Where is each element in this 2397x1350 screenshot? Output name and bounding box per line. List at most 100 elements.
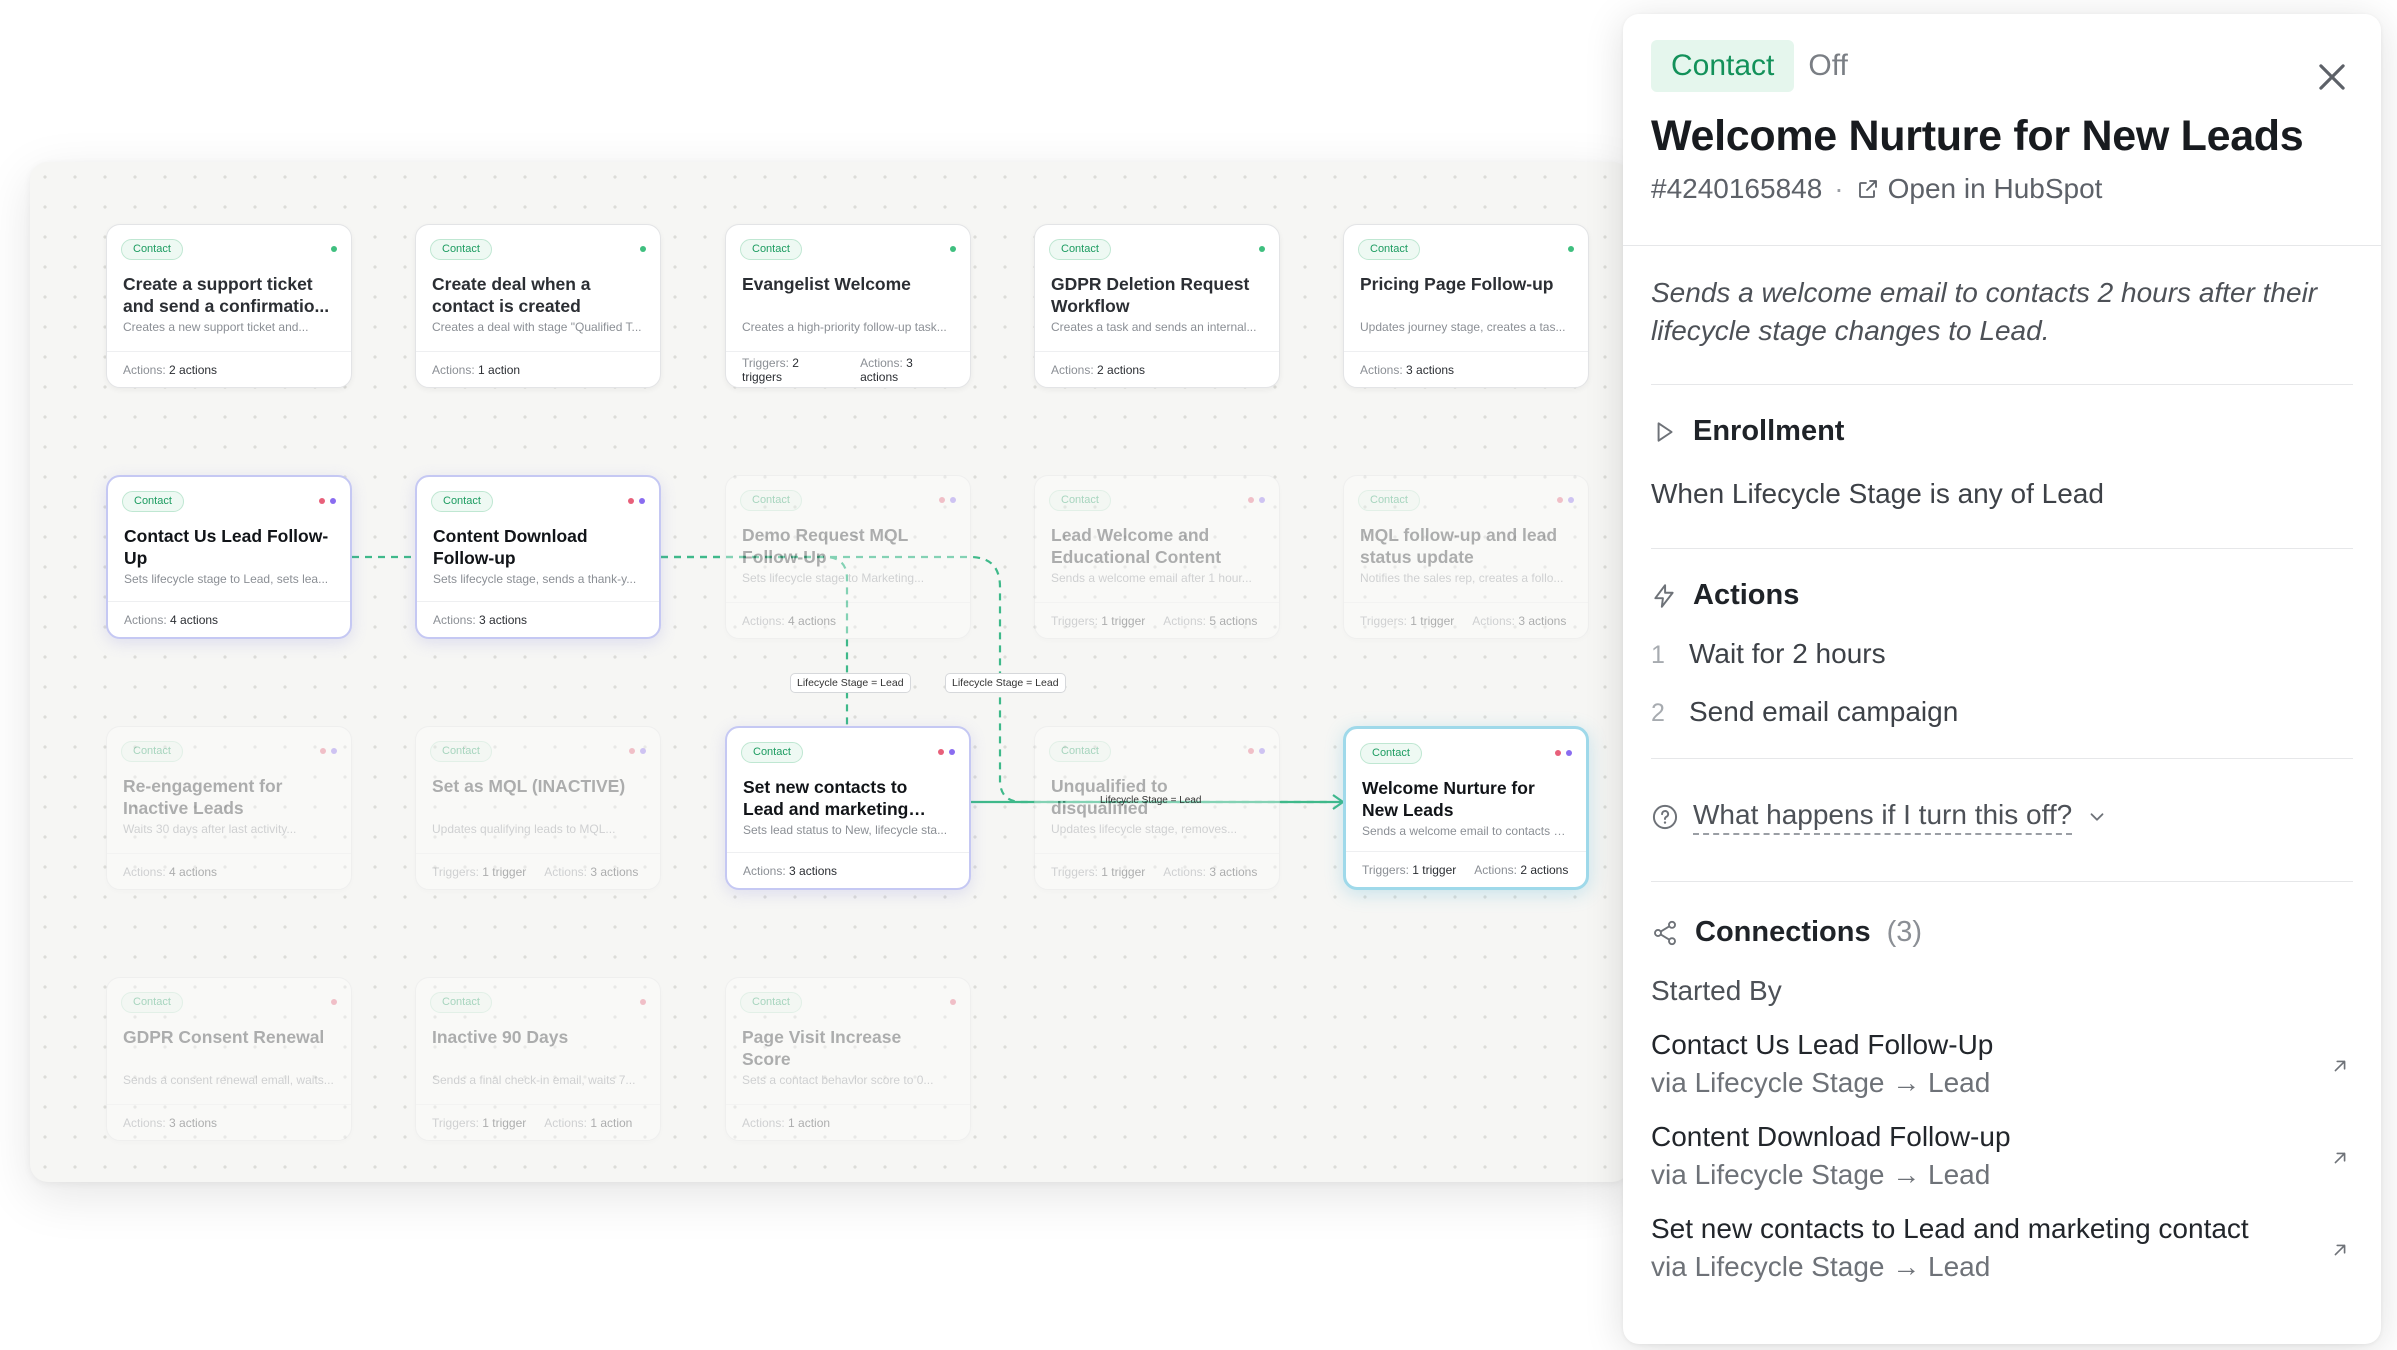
card-title: Create deal when a contact is created [432, 274, 591, 316]
status-dot [629, 748, 635, 754]
card-footer: Actions: 2 actions [107, 351, 351, 387]
card-description: Creates a deal with stage "Qualified T..… [432, 320, 642, 334]
status-dot [1568, 246, 1574, 252]
actions-heading: Actions [1693, 579, 1800, 611]
status-dot [1259, 748, 1265, 754]
triggers-count: 1 trigger [1101, 864, 1146, 879]
status-dots [938, 749, 955, 755]
connection-item[interactable]: Content Download Follow-up via Lifecycle… [1651, 1121, 2353, 1191]
card-description: Waits 30 days after last activity... [123, 822, 297, 836]
lightning-icon [1654, 583, 1674, 608]
workflow-card[interactable]: Contact GDPR Deletion Request Workflow Cre… [1034, 224, 1280, 388]
status-dot [1259, 246, 1265, 252]
connections-section: Connections (3) Started By Contact Us Le… [1651, 882, 2353, 1321]
object-type-tag: Contact [1049, 239, 1111, 260]
workflow-card[interactable]: Contact Content Download Follow-up Sets li… [415, 475, 661, 639]
workflow-card[interactable]: Contact Evangelist Welcome Creates a high-… [725, 224, 971, 388]
card-actions: Actions: 2 actions [123, 363, 217, 377]
card-triggers: Triggers: 2 triggers [742, 356, 842, 384]
connections-heading: Connections [1695, 916, 1871, 948]
workflow-card[interactable]: Contact Pricing Page Follow-up Updates jou… [1343, 224, 1589, 388]
id-separator: · [1834, 173, 1844, 204]
card-title: Demo Request MQL Follow-Up [742, 525, 908, 567]
actions-label: Actions: [1360, 362, 1403, 377]
workflow-detail-panel: Contact Off Welcome Nurture for New Lead… [1623, 14, 2381, 1344]
connection-name: Set new contacts to Lead and marketing c… [1651, 1213, 2249, 1244]
workflow-card[interactable]: Contact Welcome Nurture for New Leads Send… [1343, 726, 1589, 890]
workflow-card[interactable]: Contact Create deal when a contact is cre… [415, 224, 661, 388]
actions-count: 3 actions [789, 863, 838, 878]
card-actions: Actions: 4 actions [742, 614, 836, 628]
actions-label: Actions: [1474, 862, 1517, 877]
enrollment-criteria: When Lifecycle Stage is any of Lead [1651, 478, 2104, 509]
workflow-card[interactable]: Contact Set as MQL (INACTIVE) Updates qual… [415, 726, 661, 890]
chevron-down-icon[interactable] [2086, 806, 2108, 828]
object-type-tag: Contact [430, 992, 492, 1013]
card-actions: Actions: 4 actions [124, 613, 218, 627]
card-footer: Triggers: 1 trigger Actions: 1 action [416, 1104, 660, 1140]
status-dot [640, 748, 646, 754]
workflow-card[interactable]: Contact Lead Welcome and Educational Cont… [1034, 475, 1280, 639]
status-dots [939, 497, 956, 503]
triggers-count: 1 trigger [482, 864, 527, 879]
status-dots [1557, 497, 1574, 503]
actions-count: 3 actions [169, 1115, 218, 1130]
status-dots [1248, 497, 1265, 503]
workflow-card[interactable]: Contact MQL follow-up and lead status upd… [1343, 475, 1589, 639]
arrow-up-right-icon[interactable] [2329, 1239, 2351, 1261]
object-type-badge: Contact [1651, 40, 1795, 92]
status-dot [949, 749, 955, 755]
workflow-card[interactable]: Contact GDPR Consent Renewal Sends a conse… [106, 977, 352, 1141]
arrow-up-right-icon[interactable] [2329, 1147, 2351, 1169]
card-description: Sets lead status to New, lifecycle sta..… [743, 823, 948, 837]
object-type-tag: Contact [122, 491, 184, 512]
connection-item[interactable]: Set new contacts to Lead and marketing c… [1651, 1213, 2353, 1283]
actions-count: 3 actions [590, 864, 639, 879]
panel-header: Contact Off Welcome Nurture for New Lead… [1623, 14, 2381, 246]
card-footer: Triggers: 1 trigger Actions: 3 actions [1035, 853, 1279, 889]
action-item: 2 Send email campaign [1651, 696, 2353, 728]
triggers-count: 1 trigger [482, 1115, 527, 1130]
card-actions: Actions: 3 actions [123, 1116, 217, 1130]
turn-off-faq[interactable]: What happens if I turn this off? [1651, 759, 2353, 882]
open-in-hubspot-link[interactable]: Open in HubSpot [1856, 173, 2102, 205]
triggers-count: 1 trigger [1412, 862, 1457, 877]
actions-label: Actions: [1051, 362, 1094, 377]
card-description: Creates a new support ticket and... [123, 320, 309, 334]
workflow-canvas[interactable]: Contact Create a support ticket and send … [30, 162, 1630, 1182]
actions-label: Actions: [1472, 613, 1515, 628]
card-actions: Actions: 2 actions [1051, 363, 1145, 377]
connection-name: Content Download Follow-up [1651, 1121, 2011, 1152]
edge-label-left: Lifecycle Stage = Lead [790, 673, 911, 693]
workflow-card[interactable]: Contact Contact Us Lead Follow-Up Sets lif… [106, 475, 352, 639]
card-description: Sets lifecycle stage, sends a thank-y... [433, 572, 637, 586]
connection-item[interactable]: Contact Us Lead Follow-Up via Lifecycle … [1651, 1029, 2353, 1099]
arrow-up-right-icon[interactable] [2329, 1055, 2351, 1077]
actions-count: 3 actions [1518, 613, 1567, 628]
card-description: Updates lifecycle stage, removes... [1051, 822, 1238, 836]
actions-label: Actions: [124, 612, 167, 627]
status-dot [628, 498, 634, 504]
close-icon[interactable] [2313, 58, 2351, 96]
card-title: MQL follow-up and lead status update [1360, 525, 1558, 567]
object-type-tag: Contact [740, 490, 802, 511]
edge-arrowhead [1332, 794, 1345, 810]
actions-count: 4 actions [788, 613, 837, 628]
status-dot [1248, 748, 1254, 754]
card-actions: Actions: 3 actions [1163, 865, 1257, 879]
status-dots [320, 748, 337, 754]
card-triggers: Triggers: 1 trigger [432, 865, 526, 879]
card-description: Sends a welcome email after 1 hour... [1051, 571, 1252, 585]
connection-name: Contact Us Lead Follow-Up [1651, 1029, 1994, 1060]
triggers-count: 1 trigger [1410, 613, 1455, 628]
workflow-card[interactable]: Contact Inactive 90 Days Sends a final che… [415, 977, 661, 1141]
workflow-card[interactable]: Contact Create a support ticket and send … [106, 224, 352, 388]
card-description: Sends a consent renewal email, waits... [123, 1073, 334, 1087]
object-type-tag: Contact [121, 992, 183, 1013]
workflow-card[interactable]: Contact Demo Request MQL Follow-Up Sets li… [725, 475, 971, 639]
workflow-card[interactable]: Contact Re-engagement for Inactive Leads W… [106, 726, 352, 890]
workflow-card[interactable]: Contact Set new contacts to Lead and mark… [725, 726, 971, 890]
workflow-card[interactable]: Contact Page Visit Increase Score Sets a c… [725, 977, 971, 1141]
turn-off-faq-link[interactable]: What happens if I turn this off? [1693, 799, 2073, 835]
actions-label: Actions: [742, 1115, 785, 1130]
